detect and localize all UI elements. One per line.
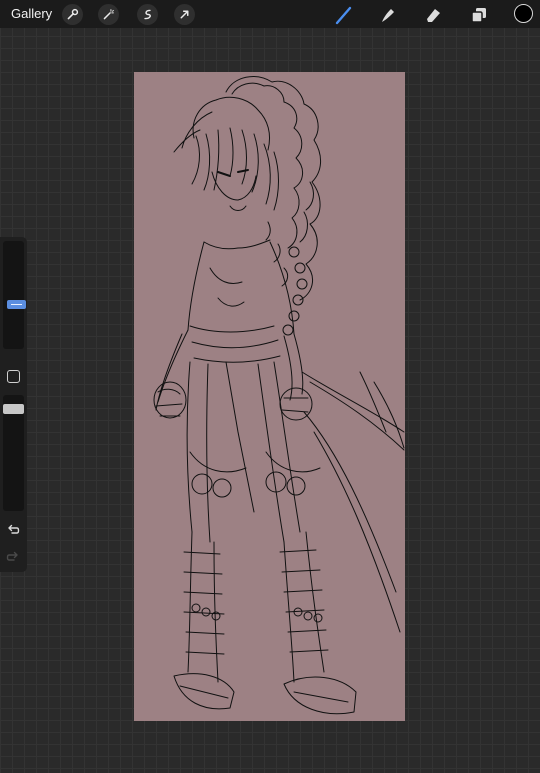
eraser-button[interactable]: [422, 4, 444, 26]
undo-icon: [8, 524, 20, 534]
modify-button[interactable]: [7, 370, 20, 383]
brush-icon: [335, 6, 352, 25]
wrench-icon: [67, 8, 79, 20]
brush-size-handle[interactable]: [7, 300, 26, 309]
side-toolbar: [0, 237, 27, 572]
selection-button[interactable]: [137, 4, 158, 25]
redo-button[interactable]: [5, 548, 21, 564]
brush-button[interactable]: [333, 4, 355, 26]
undo-button[interactable]: [5, 521, 21, 537]
actions-button[interactable]: [62, 4, 83, 25]
opacity-handle[interactable]: [3, 404, 24, 414]
brush-size-slider[interactable]: [3, 241, 26, 349]
color-picker-button[interactable]: [514, 4, 533, 23]
gallery-button[interactable]: Gallery: [11, 6, 52, 21]
layers-icon: [471, 8, 486, 23]
smudge-button[interactable]: [377, 4, 399, 26]
eraser-icon: [427, 9, 440, 22]
transform-icon: [180, 10, 189, 19]
sketch-drawing: [153, 76, 405, 715]
adjustments-button[interactable]: [98, 4, 119, 25]
selection-icon: [144, 9, 151, 20]
redo-icon: [6, 551, 18, 561]
drawing-canvas[interactable]: [134, 72, 405, 721]
smudge-icon: [382, 9, 394, 22]
top-toolbar: Gallery: [0, 0, 540, 28]
transform-button[interactable]: [174, 4, 195, 25]
magic-wand-icon: [103, 9, 114, 20]
layers-button[interactable]: [468, 4, 490, 26]
